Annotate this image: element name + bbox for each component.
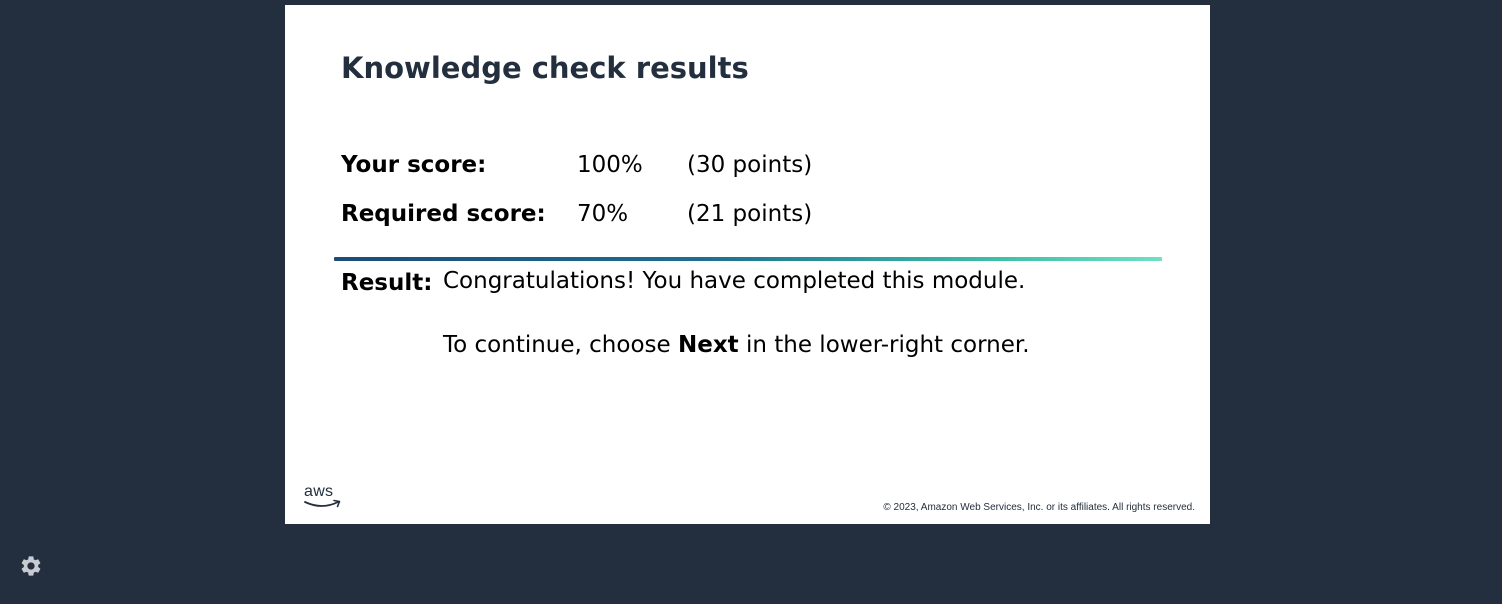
required-score-points: (21 points) xyxy=(687,201,813,227)
gear-icon xyxy=(21,556,41,576)
required-score-percent: 70% xyxy=(577,201,629,227)
continue-prefix: To continue, choose xyxy=(443,332,678,358)
slide-title: Knowledge check results xyxy=(341,51,749,85)
continue-suffix: in the lower-right corner. xyxy=(738,332,1030,358)
continue-instruction: To continue, choose Next in the lower-ri… xyxy=(443,332,1030,358)
your-score-label: Your score: xyxy=(341,152,487,178)
your-score-points: (30 points) xyxy=(687,152,813,178)
result-label: Result: xyxy=(341,270,433,296)
required-score-label: Required score: xyxy=(341,201,546,227)
player-stage: Knowledge check results Your score: 100%… xyxy=(0,0,1502,604)
settings-button[interactable] xyxy=(19,554,43,578)
result-message: Congratulations! You have completed this… xyxy=(443,268,1026,294)
your-score-percent: 100% xyxy=(577,152,643,178)
aws-logo: aws xyxy=(303,483,343,511)
slide: Knowledge check results Your score: 100%… xyxy=(285,5,1210,524)
aws-smile-icon xyxy=(304,499,341,508)
continue-next-word: Next xyxy=(677,332,739,358)
gradient-divider xyxy=(334,257,1162,261)
copyright-notice: © 2023, Amazon Web Services, Inc. or its… xyxy=(883,502,1195,513)
